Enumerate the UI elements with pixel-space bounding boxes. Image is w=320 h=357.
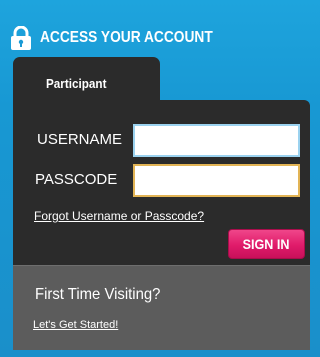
forgot-credentials-link[interactable]: Forgot Username or Passcode? <box>34 209 204 223</box>
header-title: ACCESS YOUR ACCOUNT <box>40 29 213 46</box>
sign-in-button[interactable]: SIGN IN <box>228 229 305 259</box>
login-panel: USERNAME PASSCODE Forgot Username or Pas… <box>13 100 310 265</box>
lock-icon <box>10 25 32 50</box>
tab-participant[interactable]: Participant <box>13 57 160 100</box>
username-input[interactable] <box>133 124 300 157</box>
sign-in-label: SIGN IN <box>243 236 290 252</box>
first-visit-title: First Time Visiting? <box>35 286 161 303</box>
get-started-link[interactable]: Let's Get Started! <box>33 319 118 331</box>
passcode-input[interactable] <box>133 164 300 197</box>
tab-label: Participant <box>46 76 107 91</box>
passcode-label: PASSCODE <box>35 171 118 188</box>
first-visit-panel: First Time Visiting? Let's Get Started! <box>13 265 310 350</box>
access-account-header: ACCESS YOUR ACCOUNT <box>10 25 241 51</box>
username-label: USERNAME <box>37 131 123 148</box>
